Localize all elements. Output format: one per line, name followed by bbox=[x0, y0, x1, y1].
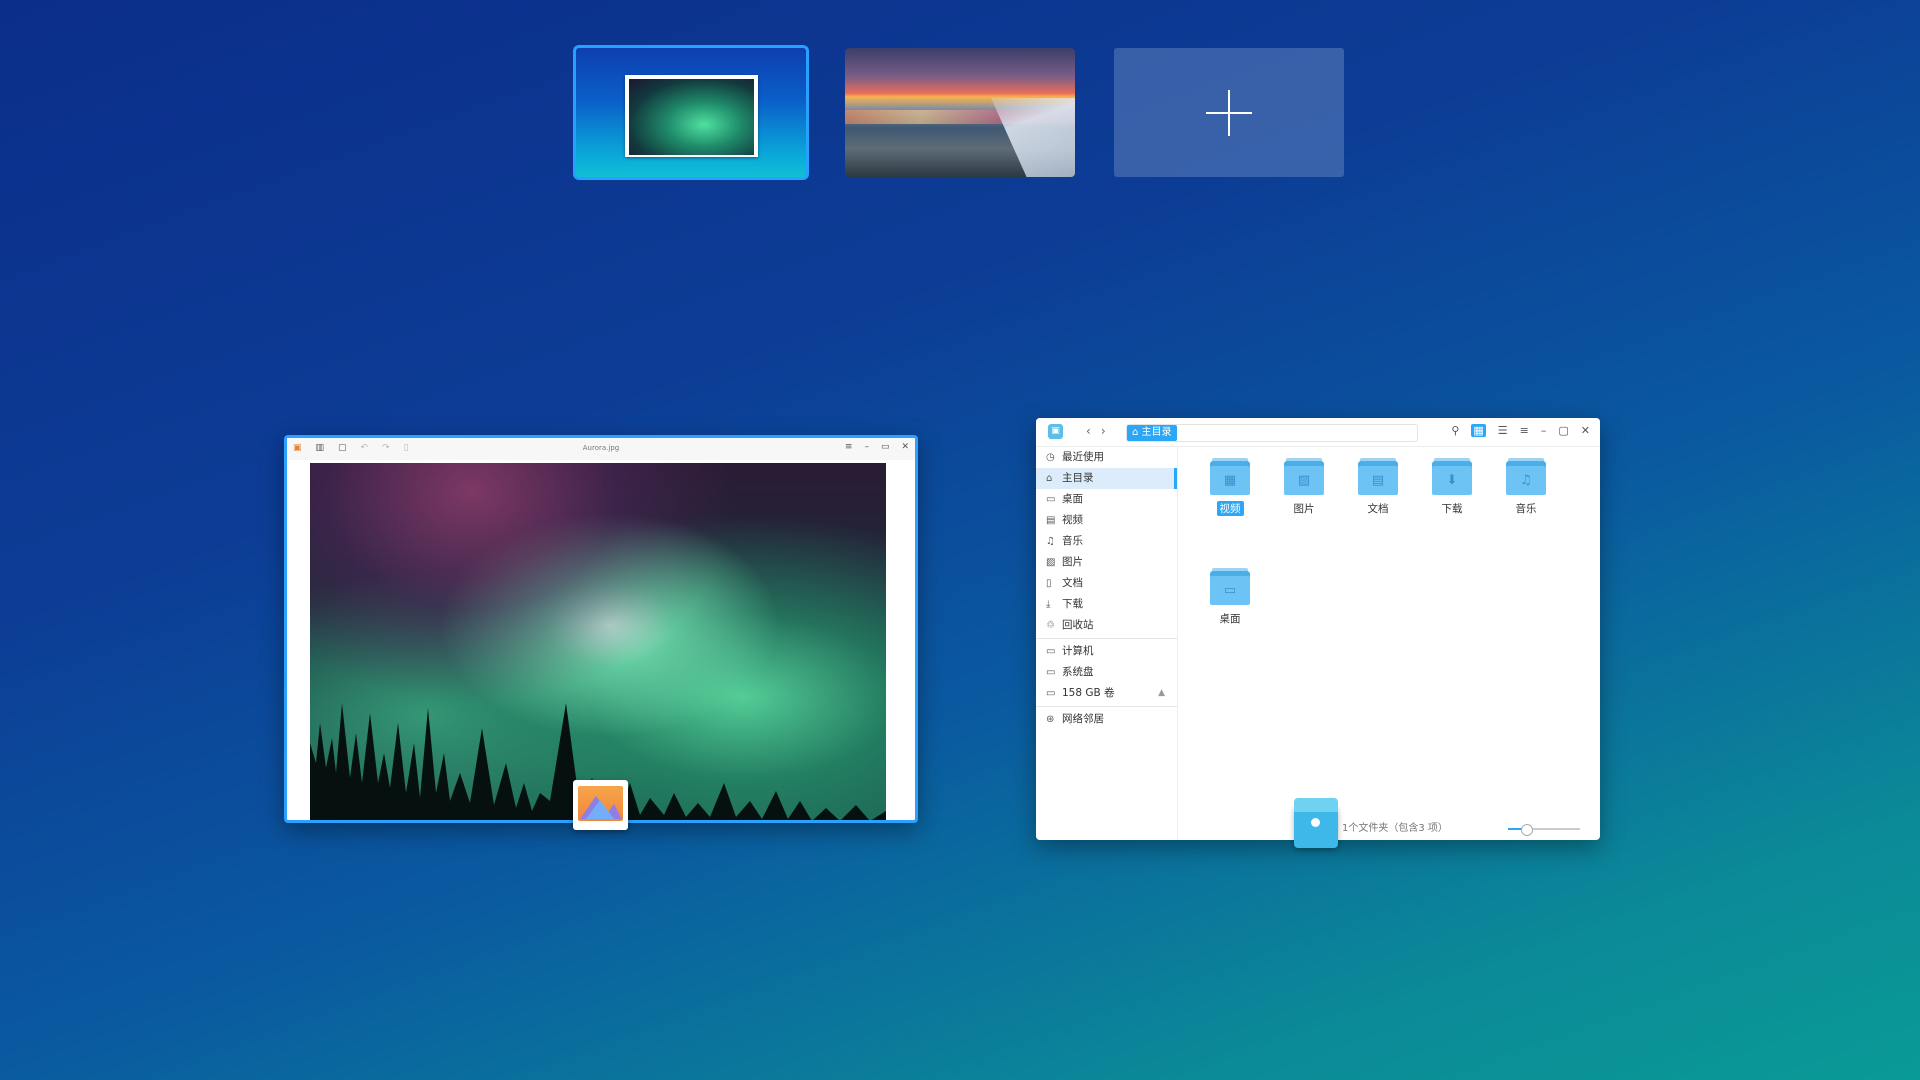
sidebar-item[interactable]: ▤ 视频 bbox=[1036, 510, 1177, 531]
sidebar-item-label: 回收站 bbox=[1062, 619, 1094, 631]
folder-label: 文档 bbox=[1367, 503, 1389, 515]
viewer-title: Aurora.jpg bbox=[582, 444, 620, 452]
workspace-thumbnail-2[interactable] bbox=[845, 48, 1075, 177]
close-icon[interactable]: ✕ bbox=[901, 442, 909, 452]
menu-icon[interactable]: ≡ bbox=[845, 442, 853, 452]
workspace-1-window-preview bbox=[625, 75, 758, 157]
sidebar: ◷ 最近使用 ⌂ 主目录 ▭ 桌面 ▤ 视频 ♫ 音乐 ▨ 图片 ▯ 文档 ⤓ 下载 ♲ 回收站 ▭ 计算机 ▭ 系统盘… bbox=[1036, 447, 1178, 840]
breadcrumb-home[interactable]: ⌂ 主目录 bbox=[1127, 425, 1177, 441]
aurora-photo bbox=[310, 463, 886, 820]
maximize-icon[interactable]: ▭ bbox=[881, 442, 890, 452]
disk-icon: ▭ bbox=[1046, 667, 1056, 678]
trash-icon: ♲ bbox=[1046, 620, 1055, 631]
icon-view-button[interactable]: ▦ bbox=[1471, 424, 1486, 437]
sidebar-item-label: 下载 bbox=[1062, 598, 1083, 610]
music-icon: ♫ bbox=[1046, 536, 1055, 547]
image-icon: ▨ bbox=[1046, 557, 1056, 568]
sidebar-item[interactable]: ▭ 计算机 bbox=[1036, 641, 1177, 662]
close-icon[interactable]: ✕ bbox=[1581, 424, 1590, 437]
file-manager-app-icon bbox=[1290, 796, 1340, 850]
search-icon[interactable]: ⚲ bbox=[1451, 424, 1459, 437]
folder-label: 音乐 bbox=[1515, 503, 1537, 515]
sidebar-item[interactable]: ▭ 桌面 bbox=[1036, 489, 1177, 510]
plus-icon bbox=[1206, 89, 1252, 136]
folder-item[interactable]: ▭ 桌面 bbox=[1200, 568, 1260, 626]
file-manager-window[interactable]: ▣ ‹ › ⌂ 主目录 ⚲ ▦ ☰ ≡ – ▢ ✕ ◷ 最近使用 ⌂ 主目录 ▭ 桌面 ▤ 视… bbox=[1036, 418, 1600, 840]
network-icon: ⊛ bbox=[1046, 714, 1055, 725]
computer-icon: ▭ bbox=[1046, 646, 1056, 657]
sidebar-item[interactable]: ⌂ 主目录 bbox=[1036, 468, 1177, 489]
sidebar-item-label: 主目录 bbox=[1062, 472, 1094, 484]
sidebar-item[interactable]: ♲ 回收站 bbox=[1036, 615, 1177, 636]
file-area[interactable]: ▦ 视频 ▨ 图片 ▤ 文档 ⬇ 下载 ♫ 音乐 ▭ 桌面 bbox=[1178, 447, 1600, 840]
folder-item[interactable]: ♫ 音乐 bbox=[1496, 458, 1556, 516]
maximize-icon[interactable]: ▢ bbox=[1558, 424, 1568, 437]
clock-icon: ◷ bbox=[1046, 452, 1055, 463]
sidebar-item[interactable]: ▭ 系统盘 bbox=[1036, 662, 1177, 683]
eject-icon[interactable]: ▲ bbox=[1158, 683, 1165, 704]
folder-label: 图片 bbox=[1293, 503, 1315, 515]
workspace-thumbnail-1[interactable] bbox=[573, 45, 809, 180]
video-icon: ▤ bbox=[1046, 515, 1056, 526]
document-icon: ▯ bbox=[1046, 578, 1052, 589]
file-manager-logo-icon: ▣ bbox=[1048, 424, 1063, 439]
image-viewer-window[interactable]: ▣ ▥ ▢ ↶ ↷ ▯ Aurora.jpg ≡ – ▭ ✕ bbox=[284, 435, 918, 823]
status-text: 1个文件夹（包含3 项） bbox=[1342, 823, 1448, 834]
sidebar-divider bbox=[1036, 706, 1177, 707]
sidebar-item[interactable]: ⤓ 下载 bbox=[1036, 594, 1177, 615]
sidebar-item[interactable]: ▯ 文档 bbox=[1036, 573, 1177, 594]
sidebar-item-label: 图片 bbox=[1062, 556, 1083, 568]
folder-icon: ⬇ bbox=[1432, 458, 1472, 495]
folder-icon: ▨ bbox=[1284, 458, 1324, 495]
sidebar-item-label: 文档 bbox=[1062, 577, 1083, 589]
viewer-titlebar: ▣ ▥ ▢ ↶ ↷ ▯ Aurora.jpg ≡ – ▭ ✕ bbox=[287, 438, 915, 460]
sidebar-item-label: 158 GB 卷 bbox=[1062, 687, 1115, 699]
minimize-icon[interactable]: – bbox=[1541, 424, 1547, 437]
image-viewer-app-icon bbox=[573, 780, 628, 830]
zoom-slider[interactable] bbox=[1508, 824, 1580, 836]
folder-icon: ♫ bbox=[1506, 458, 1546, 495]
sidebar-item[interactable]: ♫ 音乐 bbox=[1036, 531, 1177, 552]
folder-item[interactable]: ▦ 视频 bbox=[1200, 458, 1260, 516]
sidebar-item-label: 最近使用 bbox=[1062, 451, 1104, 463]
zoom-slider-handle[interactable] bbox=[1521, 824, 1533, 836]
disk-icon: ▭ bbox=[1046, 688, 1056, 699]
desktop-icon: ▭ bbox=[1046, 494, 1056, 505]
list-view-button[interactable]: ☰ bbox=[1498, 424, 1508, 437]
folder-label: 视频 bbox=[1216, 501, 1244, 516]
forward-button[interactable]: › bbox=[1101, 424, 1106, 438]
folder-icon: ▤ bbox=[1358, 458, 1398, 495]
address-bar[interactable]: ⌂ 主目录 bbox=[1126, 424, 1418, 442]
folder-label: 下载 bbox=[1441, 503, 1463, 515]
home-icon: ⌂ bbox=[1046, 473, 1053, 484]
add-workspace-button[interactable] bbox=[1114, 48, 1344, 177]
folder-item[interactable]: ⬇ 下载 bbox=[1422, 458, 1482, 516]
folder-icon: ▭ bbox=[1210, 568, 1250, 605]
folder-item[interactable]: ▨ 图片 bbox=[1274, 458, 1334, 516]
sidebar-item-label: 音乐 bbox=[1062, 535, 1083, 547]
sidebar-item-label: 视频 bbox=[1062, 514, 1083, 526]
sidebar-item[interactable]: ◷ 最近使用 bbox=[1036, 447, 1177, 468]
menu-icon[interactable]: ≡ bbox=[1520, 424, 1529, 437]
sidebar-item-label: 系统盘 bbox=[1062, 666, 1094, 678]
folder-icon: ▦ bbox=[1210, 458, 1250, 495]
sidebar-item[interactable]: ▭ 158 GB 卷 ▲ bbox=[1036, 683, 1177, 704]
file-manager-toolbar: ▣ ‹ › ⌂ 主目录 ⚲ ▦ ☰ ≡ – ▢ ✕ bbox=[1036, 418, 1600, 447]
sidebar-divider bbox=[1036, 638, 1177, 639]
minimize-icon[interactable]: – bbox=[864, 442, 869, 452]
back-button[interactable]: ‹ bbox=[1086, 424, 1091, 438]
sidebar-item-label: 桌面 bbox=[1062, 493, 1083, 505]
sidebar-item[interactable]: ⊛ 网络邻居 bbox=[1036, 709, 1177, 730]
folder-label: 桌面 bbox=[1219, 613, 1241, 625]
download-icon: ⤓ bbox=[1046, 599, 1051, 610]
sidebar-item-label: 计算机 bbox=[1062, 645, 1094, 657]
sidebar-item[interactable]: ▨ 图片 bbox=[1036, 552, 1177, 573]
sidebar-item-label: 网络邻居 bbox=[1062, 713, 1104, 725]
folder-item[interactable]: ▤ 文档 bbox=[1348, 458, 1408, 516]
